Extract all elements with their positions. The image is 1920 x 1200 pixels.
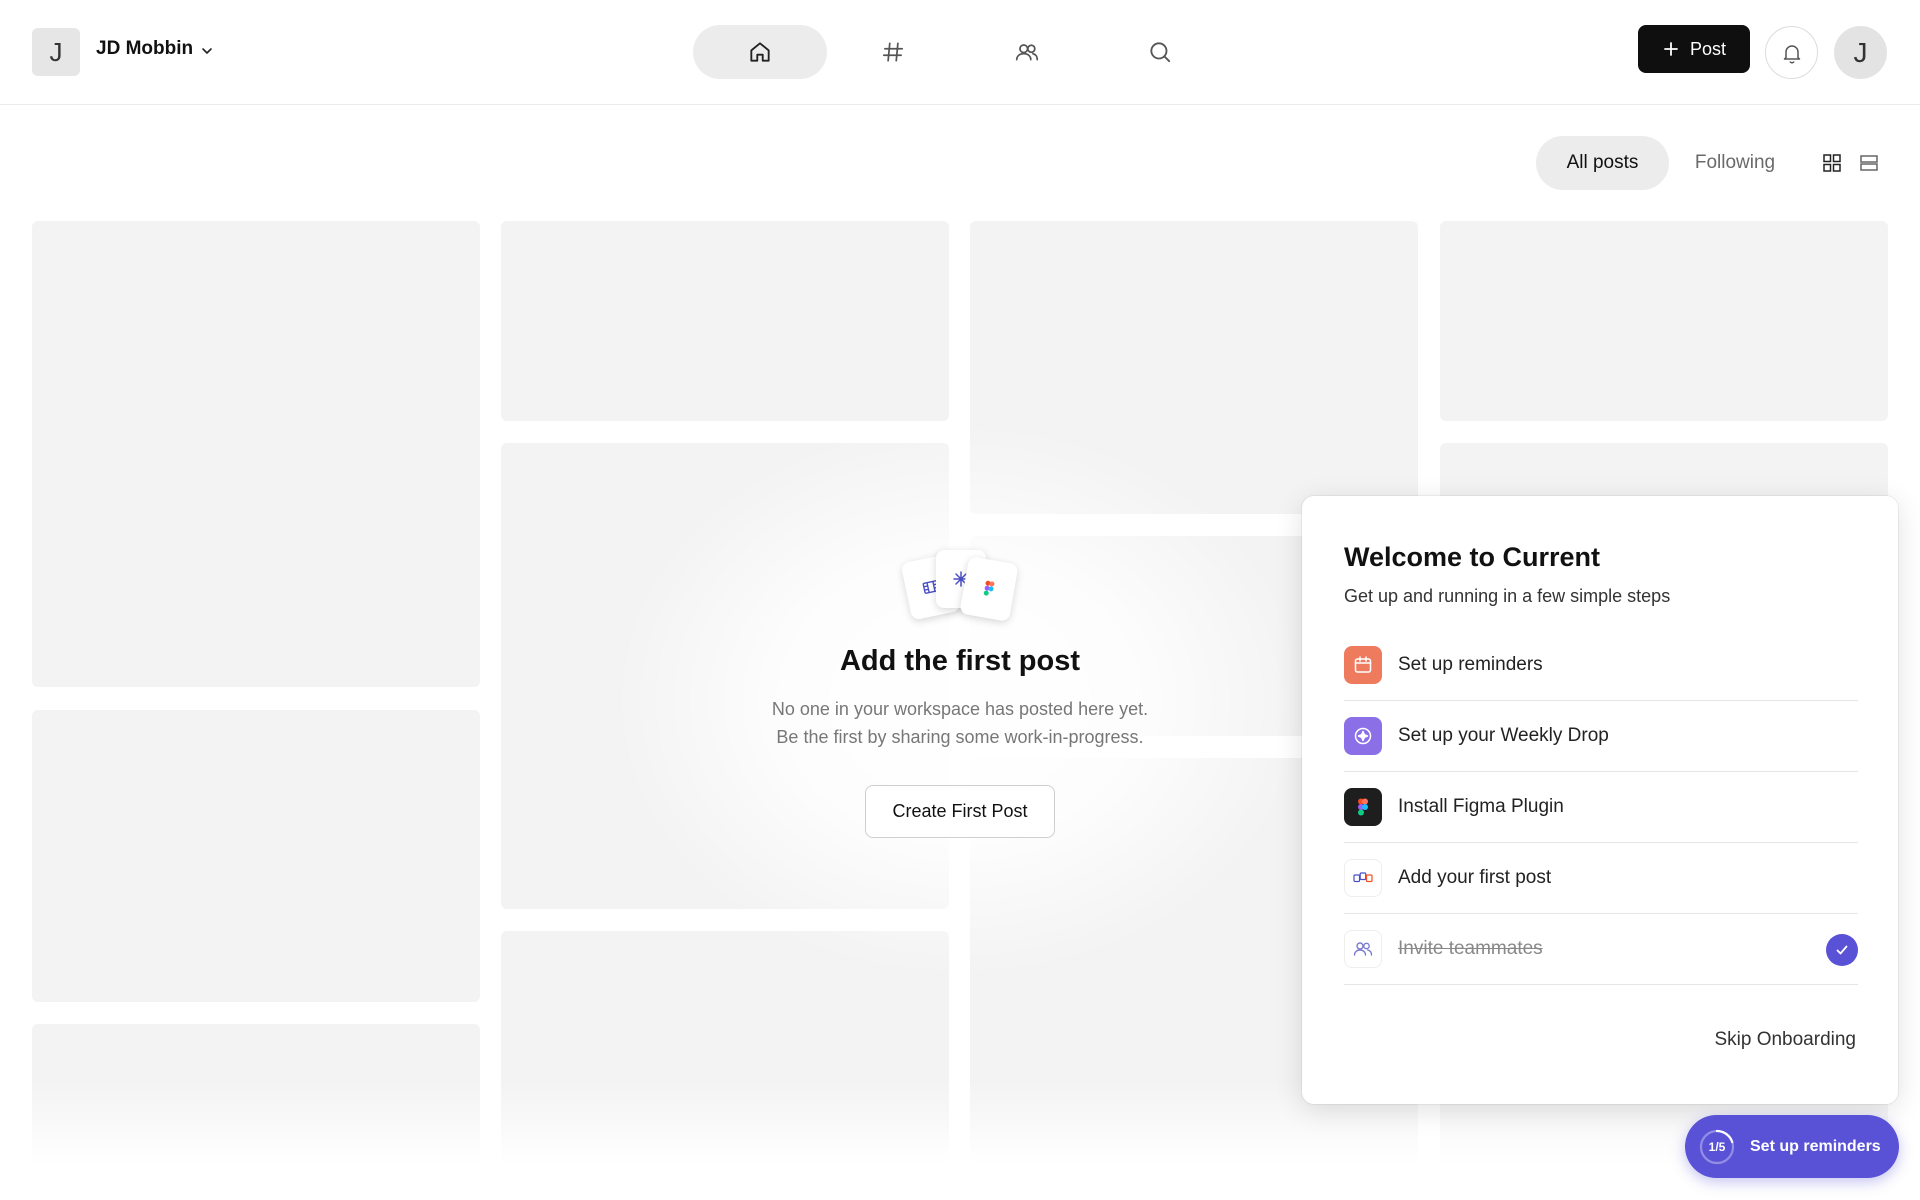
onboarding-title: Welcome to Current xyxy=(1344,542,1601,572)
progress-ring: 1/5 xyxy=(1698,1128,1736,1166)
workspace-name[interactable]: JD Mobbin xyxy=(96,38,193,60)
home-icon xyxy=(750,42,770,62)
top-bar: J JD Mobbin Post J xyxy=(0,0,1920,105)
post-placeholder xyxy=(970,221,1418,514)
card xyxy=(959,556,1019,622)
progress-label: Set up reminders xyxy=(1750,1137,1881,1155)
onboarding-progress-pill[interactable]: 1/5 Set up reminders xyxy=(1685,1115,1899,1178)
nav-search[interactable] xyxy=(1094,25,1228,79)
search-icon xyxy=(1150,42,1171,63)
hash-icon xyxy=(883,42,904,62)
progress-counter: 1/5 xyxy=(1708,1139,1726,1154)
sparkle-icon xyxy=(1344,717,1382,755)
grid-view-icon[interactable] xyxy=(1822,153,1842,173)
post-placeholder xyxy=(32,710,480,1002)
empty-state-title: Add the first post xyxy=(839,645,1081,677)
filter-following[interactable]: Following xyxy=(1680,136,1790,190)
people-icon xyxy=(1015,44,1038,61)
post-placeholder xyxy=(501,221,949,421)
people-icon xyxy=(1344,930,1382,968)
skip-onboarding-button[interactable]: Skip Onboarding xyxy=(1714,1029,1856,1051)
onboarding-steps: Set up reminders Set up your Weekly Drop… xyxy=(1344,630,1858,985)
notifications-button[interactable] xyxy=(1765,26,1818,79)
post-placeholder xyxy=(32,221,480,687)
onboarding-panel: Welcome to Current Get up and running in… xyxy=(1302,496,1898,1104)
onboarding-step-reminders[interactable]: Set up reminders xyxy=(1344,630,1858,701)
list-view-icon[interactable] xyxy=(1859,153,1879,173)
main-nav xyxy=(693,25,1227,79)
check-icon xyxy=(1826,934,1858,966)
onboarding-subtitle: Get up and running in a few simple steps xyxy=(1344,586,1671,606)
onboarding-step-first-post[interactable]: Add your first post xyxy=(1344,843,1858,914)
empty-state-description: No one in your workspace has posted here… xyxy=(771,699,1149,719)
filter-all-posts[interactable]: All posts xyxy=(1536,136,1669,190)
nav-people[interactable] xyxy=(960,25,1094,79)
new-post-button[interactable]: Post xyxy=(1638,25,1750,73)
onboarding-step-label: Set up your Weekly Drop xyxy=(1398,725,1609,746)
new-post-label: Post xyxy=(1689,38,1727,59)
plus-icon xyxy=(1664,42,1678,56)
nav-home[interactable] xyxy=(693,25,827,79)
onboarding-step-label: Invite teammates xyxy=(1398,938,1543,959)
workspace-avatar[interactable]: J xyxy=(32,28,80,76)
onboarding-step-label: Add your first post xyxy=(1398,867,1552,888)
post-placeholder xyxy=(32,1024,480,1200)
onboarding-step-invite-teammates[interactable]: Invite teammates xyxy=(1344,914,1858,985)
post-placeholder xyxy=(501,931,949,1200)
chevron-down-icon[interactable] xyxy=(199,43,215,59)
bell-icon xyxy=(1783,44,1800,63)
post-placeholder xyxy=(1440,221,1888,421)
user-avatar[interactable]: J xyxy=(1834,26,1887,79)
onboarding-step-label: Set up reminders xyxy=(1398,654,1543,675)
figma-icon xyxy=(983,580,995,596)
post-cards-icon xyxy=(1344,859,1382,897)
onboarding-step-figma-plugin[interactable]: Install Figma Plugin xyxy=(1344,772,1858,843)
empty-state-description: Be the first by sharing some work-in-pro… xyxy=(776,727,1144,747)
post-cards-illustration xyxy=(900,548,1020,628)
figma-icon xyxy=(1344,788,1382,826)
nav-channels[interactable] xyxy=(827,25,961,79)
onboarding-step-weekly-drop[interactable]: Set up your Weekly Drop xyxy=(1344,701,1858,772)
onboarding-step-label: Install Figma Plugin xyxy=(1398,796,1564,817)
create-first-post-button[interactable]: Create First Post xyxy=(865,785,1055,838)
calendar-icon xyxy=(1344,646,1382,684)
